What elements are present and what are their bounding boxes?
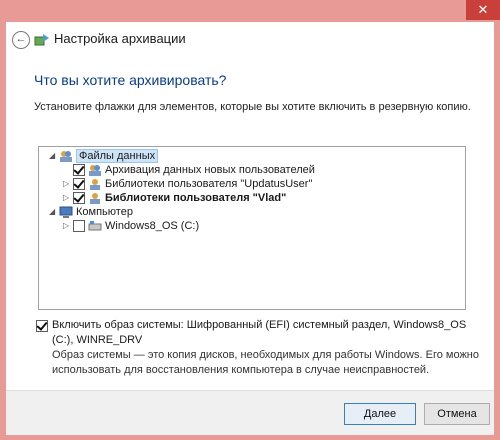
- checkbox[interactable]: [73, 220, 85, 232]
- page-heading: Что вы хотите архивировать?: [34, 72, 227, 88]
- cancel-button[interactable]: Отмена: [424, 403, 490, 425]
- tree-item-data-files[interactable]: ◢ Файлы данных: [49, 149, 159, 163]
- close-button[interactable]: ✕: [466, 0, 500, 20]
- backup-items-tree: ◢ Файлы данных Архивация данных новых пол…: [38, 146, 466, 310]
- checkbox[interactable]: [73, 192, 85, 204]
- expand-triangle-icon[interactable]: ▷: [63, 191, 73, 205]
- footer-bar: Далее Отмена: [6, 390, 494, 435]
- close-icon: ✕: [477, 2, 489, 17]
- tree-item-label: Windows8_OS (C:): [105, 220, 200, 232]
- drive-icon: [88, 221, 102, 231]
- system-image-description: Образ системы — это копия дисков, необхо…: [52, 349, 479, 376]
- checkbox[interactable]: [73, 164, 85, 176]
- back-button[interactable]: ←: [12, 31, 30, 49]
- users-icon: [89, 165, 101, 176]
- tree-item-drive-c[interactable]: ▷ Windows8_OS (C:): [63, 219, 199, 233]
- tree-item-new-users[interactable]: Архивация данных новых пользователей: [63, 163, 315, 177]
- checkbox[interactable]: [73, 178, 85, 190]
- user-icon: [90, 193, 100, 204]
- tree-item-label: Компьютер: [76, 206, 133, 218]
- tree-item-vlad[interactable]: ▷ Библиотеки пользователя "Vlad": [63, 191, 286, 205]
- back-arrow-icon: ←: [15, 33, 27, 45]
- tree-item-label: Архивация данных новых пользователей: [105, 164, 315, 176]
- collapse-triangle-icon[interactable]: ◢: [49, 205, 59, 219]
- tree-item-updatususer[interactable]: ▷ Библиотеки пользователя "UpdatusUser": [63, 177, 312, 191]
- tree-item-label: Библиотеки пользователя "UpdatusUser": [105, 178, 313, 190]
- expand-triangle-icon[interactable]: ▷: [63, 219, 73, 233]
- client-area: ← Настройка архивации Что вы хотите архи…: [6, 22, 494, 435]
- system-image-label: Включить образ системы: Шифрованный (EFI…: [52, 319, 467, 346]
- backup-app-icon: [34, 34, 49, 46]
- tree-item-computer[interactable]: ◢ Компьютер: [49, 205, 133, 219]
- tree-item-label: Библиотеки пользователя "Vlad": [105, 192, 287, 204]
- expand-triangle-icon[interactable]: ▷: [63, 177, 73, 191]
- dialog-window: ✕ ← Настройка архивации Что вы хотите ар…: [0, 0, 500, 440]
- instruction-text: Установите флажки для элементов, которые…: [34, 101, 471, 113]
- next-button[interactable]: Далее: [344, 403, 416, 425]
- title-bar: ← Настройка архивации: [6, 22, 494, 54]
- window-title: Настройка архивации: [54, 31, 186, 46]
- collapse-triangle-icon[interactable]: ◢: [49, 149, 59, 163]
- users-icon: [60, 151, 72, 162]
- tree-item-label: Файлы данных: [76, 149, 159, 163]
- user-icon: [90, 179, 100, 190]
- system-image-checkbox[interactable]: [36, 320, 48, 332]
- computer-icon: [59, 206, 73, 218]
